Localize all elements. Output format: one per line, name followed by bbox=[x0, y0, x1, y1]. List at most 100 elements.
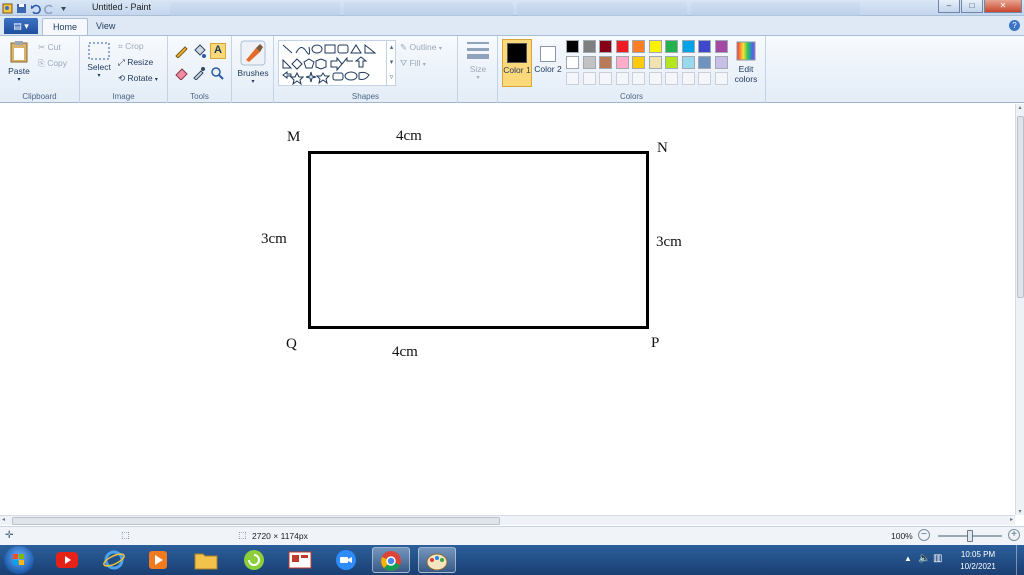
vertex-label-q: Q bbox=[286, 336, 297, 352]
eraser-tool[interactable] bbox=[174, 66, 188, 82]
palette-color-swatch[interactable] bbox=[714, 56, 728, 69]
file-menu-button[interactable]: ▤ ▾ bbox=[4, 18, 38, 34]
palette-custom-slot[interactable] bbox=[582, 72, 596, 85]
tab-home[interactable]: Home bbox=[42, 18, 89, 35]
color-picker-tool[interactable] bbox=[192, 66, 206, 82]
magnifier-tool[interactable] bbox=[210, 66, 224, 82]
palette-custom-slot[interactable] bbox=[698, 72, 711, 85]
zoom-out-button[interactable]: − bbox=[918, 529, 930, 541]
palette-custom-slot[interactable] bbox=[632, 72, 645, 85]
palette-color-swatch[interactable] bbox=[632, 40, 645, 53]
ribbon: Paste ▾ ✂ Cut ⎘ Copy Clipboard Select ▾ … bbox=[0, 35, 1024, 103]
crop-button[interactable]: ⌗ Crop bbox=[118, 41, 144, 52]
zoom-meetings-icon[interactable] bbox=[327, 547, 365, 573]
clock-time[interactable]: 10:05 PM bbox=[952, 550, 1004, 559]
palette-custom-slot[interactable] bbox=[566, 72, 579, 85]
palette-color-swatch[interactable] bbox=[698, 56, 711, 69]
palette-custom-slot[interactable] bbox=[599, 72, 612, 85]
media-player-icon[interactable] bbox=[139, 547, 177, 573]
copy-button[interactable]: ⎘ Copy bbox=[38, 58, 67, 69]
maximize-button[interactable]: □ bbox=[961, 0, 983, 13]
file-explorer-icon[interactable] bbox=[187, 547, 225, 573]
palette-color-swatch[interactable] bbox=[615, 40, 629, 53]
palette-color-swatch[interactable] bbox=[681, 56, 695, 69]
image-group: Select ▾ ⌗ Crop ⤢ Resize ⟲ Rotate ▾ Imag… bbox=[80, 36, 168, 103]
palette-color-swatch[interactable] bbox=[599, 40, 612, 53]
palette-color-swatch[interactable] bbox=[698, 40, 711, 53]
youtube-icon[interactable] bbox=[48, 547, 86, 573]
show-hidden-icons[interactable]: ▲ bbox=[904, 554, 912, 563]
text-tool[interactable]: A bbox=[210, 43, 226, 59]
edit-colors-button[interactable]: Edit colors bbox=[730, 40, 762, 84]
chevron-down-icon: ▾ bbox=[251, 79, 255, 85]
vertical-scroll-thumb[interactable] bbox=[1017, 116, 1024, 298]
palette-custom-slot[interactable] bbox=[615, 72, 629, 85]
palette-custom-slot[interactable] bbox=[648, 72, 662, 85]
scroll-up-icon[interactable]: ▴ bbox=[1016, 104, 1024, 111]
palette-color-swatch[interactable] bbox=[566, 40, 579, 53]
redo-icon[interactable] bbox=[44, 3, 55, 14]
size-button[interactable]: Size ▾ bbox=[462, 40, 494, 81]
zoom-slider[interactable] bbox=[938, 530, 1002, 542]
palette-color-swatch[interactable] bbox=[566, 56, 579, 69]
palette-custom-slot[interactable] bbox=[681, 72, 695, 85]
palette-color-swatch[interactable] bbox=[615, 56, 629, 69]
palette-color-swatch[interactable] bbox=[681, 40, 695, 53]
internet-explorer-icon[interactable] bbox=[95, 547, 133, 573]
shapes-gallery[interactable] bbox=[278, 40, 396, 86]
color2-button[interactable]: Color 2 bbox=[534, 39, 562, 87]
fill-button[interactable]: ⛛ Fill ▾ bbox=[400, 58, 426, 69]
undo-icon[interactable] bbox=[30, 3, 41, 14]
volume-icon[interactable]: 🔈 bbox=[918, 553, 930, 564]
clock-date[interactable]: 10/2/2021 bbox=[952, 562, 1004, 571]
palette-color-swatch[interactable] bbox=[665, 40, 678, 53]
palette-color-swatch[interactable] bbox=[582, 56, 596, 69]
refresh-app-icon[interactable] bbox=[235, 547, 273, 573]
scroll-right-icon[interactable]: ▸ bbox=[1010, 516, 1013, 523]
horizontal-scroll-thumb[interactable] bbox=[12, 517, 500, 525]
network-icon[interactable]: ▥ bbox=[933, 553, 942, 564]
palette-color-swatch[interactable] bbox=[648, 56, 662, 69]
help-icon[interactable]: ? bbox=[1009, 20, 1020, 31]
shapes-scroll[interactable]: ▴ ▾ ▿ bbox=[386, 40, 396, 86]
rotate-button[interactable]: ⟲ Rotate ▾ bbox=[118, 73, 158, 84]
resize-button[interactable]: ⤢ Resize bbox=[118, 57, 153, 68]
background-window bbox=[517, 2, 687, 16]
palette-custom-slot[interactable] bbox=[714, 72, 728, 85]
scroll-down-icon[interactable]: ▾ bbox=[1016, 508, 1024, 515]
palette-custom-slot[interactable] bbox=[665, 72, 678, 85]
paint-icon[interactable] bbox=[418, 547, 456, 573]
paste-button[interactable]: Paste ▾ bbox=[5, 40, 33, 83]
palette-color-swatch[interactable] bbox=[714, 40, 728, 53]
outline-button[interactable]: ✎ Outline ▾ bbox=[400, 42, 442, 53]
presentation-app-icon[interactable] bbox=[281, 547, 319, 573]
scroll-left-icon[interactable]: ◂ bbox=[2, 516, 5, 523]
start-button[interactable] bbox=[4, 546, 34, 574]
cut-button[interactable]: ✂ Cut bbox=[38, 42, 61, 53]
paint-bucket-icon bbox=[192, 44, 206, 60]
zoom-in-button[interactable]: + bbox=[1008, 529, 1020, 541]
zoom-slider-thumb[interactable] bbox=[967, 530, 973, 542]
horizontal-scrollbar[interactable]: ◂ ▸ bbox=[0, 515, 1015, 525]
brushes-button[interactable]: Brushes ▾ bbox=[236, 40, 270, 85]
palette-color-swatch[interactable] bbox=[648, 40, 662, 53]
color1-button[interactable]: Color 1 bbox=[502, 39, 532, 87]
minimize-button[interactable]: – bbox=[938, 0, 960, 13]
palette-color-swatch[interactable] bbox=[582, 40, 596, 53]
fill-tool[interactable] bbox=[192, 44, 206, 60]
chrome-icon[interactable] bbox=[372, 547, 410, 573]
background-window bbox=[690, 2, 860, 16]
pencil-tool[interactable] bbox=[174, 44, 188, 60]
paint-app-icon[interactable] bbox=[2, 3, 13, 14]
select-button[interactable]: Select ▾ bbox=[85, 42, 113, 79]
show-desktop-button[interactable] bbox=[1016, 545, 1024, 575]
palette-color-swatch[interactable] bbox=[599, 56, 612, 69]
select-label: Select bbox=[87, 62, 111, 72]
palette-color-swatch[interactable] bbox=[632, 56, 645, 69]
tab-view[interactable]: View bbox=[86, 18, 125, 35]
vertical-scrollbar[interactable]: ▴ ▾ bbox=[1015, 104, 1024, 515]
close-button[interactable]: ✕ bbox=[984, 0, 1022, 13]
save-icon[interactable] bbox=[16, 3, 27, 14]
customize-toolbar-icon[interactable] bbox=[58, 3, 69, 14]
palette-color-swatch[interactable] bbox=[665, 56, 678, 69]
